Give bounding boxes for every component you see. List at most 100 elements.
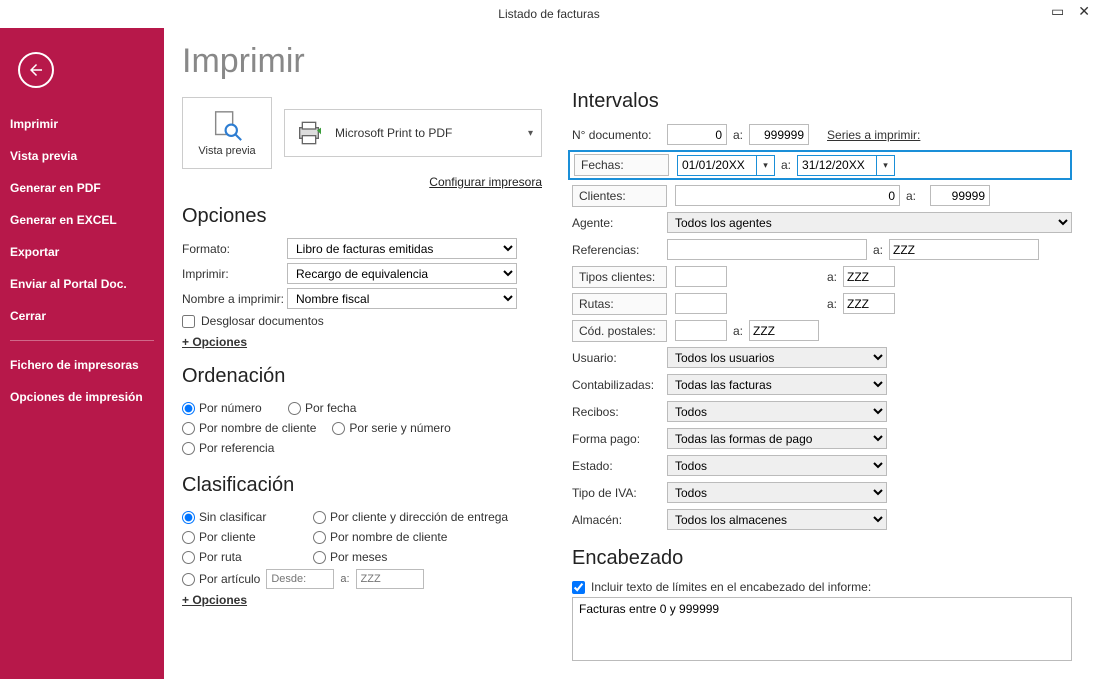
- articulo-desde-input[interactable]: [266, 569, 334, 589]
- nav-vista-previa[interactable]: Vista previa: [0, 140, 164, 172]
- class-por-ruta[interactable]: Por ruta: [182, 550, 297, 564]
- maximize-icon[interactable]: ▭: [1051, 4, 1064, 18]
- tipoiva-select[interactable]: Todos: [667, 482, 887, 503]
- tipoiva-label: Tipo de IVA:: [572, 486, 667, 500]
- order-por-nombre-cliente[interactable]: Por nombre de cliente: [182, 421, 316, 435]
- nombre-select[interactable]: Nombre fiscal: [287, 288, 517, 309]
- order-por-referencia[interactable]: Por referencia: [182, 441, 297, 455]
- nav-cerrar[interactable]: Cerrar: [0, 300, 164, 332]
- nav-generar-pdf[interactable]: Generar en PDF: [0, 172, 164, 204]
- order-por-numero[interactable]: Por número: [182, 401, 272, 415]
- imprimir-label: Imprimir:: [182, 267, 287, 281]
- ndoc-from-input[interactable]: [667, 124, 727, 145]
- almacen-select[interactable]: Todos los almacenes: [667, 509, 887, 530]
- window-title: Listado de facturas: [498, 7, 599, 21]
- desglosar-checkbox[interactable]: [182, 315, 195, 328]
- tipos-from-input[interactable]: [675, 266, 727, 287]
- ordenacion-heading: Ordenación: [182, 365, 542, 388]
- fecha-to-dropdown[interactable]: ▾: [877, 155, 895, 176]
- nav-enviar-portal[interactable]: Enviar al Portal Doc.: [0, 268, 164, 300]
- rutas-button[interactable]: Rutas:: [572, 293, 667, 315]
- series-imprimir-link[interactable]: Series a imprimir:: [827, 128, 920, 142]
- options-heading: Opciones: [182, 205, 542, 228]
- nav-generar-excel[interactable]: Generar en EXCEL: [0, 204, 164, 236]
- clientes-from-input[interactable]: [675, 185, 900, 206]
- contabilizadas-label: Contabilizadas:: [572, 378, 667, 392]
- fecha-a-label: a:: [781, 158, 791, 172]
- fecha-to-input[interactable]: [797, 155, 877, 176]
- ref-from-input[interactable]: [667, 239, 867, 260]
- ndoc-to-input[interactable]: [749, 124, 809, 145]
- agente-label: Agente:: [572, 216, 667, 230]
- nav-exportar[interactable]: Exportar: [0, 236, 164, 268]
- printer-name: Microsoft Print to PDF: [335, 126, 452, 140]
- close-icon[interactable]: ✕: [1078, 4, 1090, 18]
- rutas-from-input[interactable]: [675, 293, 727, 314]
- agente-select[interactable]: Todos los agentes: [667, 212, 1072, 233]
- tipos-a-label: a:: [827, 270, 837, 284]
- titlebar: Listado de facturas ▭ ✕: [0, 0, 1098, 28]
- clientes-a-label: a:: [906, 189, 916, 203]
- incluir-limites-checkbox[interactable]: [572, 581, 585, 594]
- formapago-label: Forma pago:: [572, 432, 667, 446]
- nav-imprimir[interactable]: Imprimir: [0, 108, 164, 140]
- articulo-hasta-input[interactable]: [356, 569, 424, 589]
- intervalos-heading: Intervalos: [572, 90, 1072, 113]
- clasificacion-heading: Clasificación: [182, 474, 542, 497]
- class-por-nombre-cliente[interactable]: Por nombre de cliente: [313, 530, 513, 544]
- class-cliente-direccion[interactable]: Por cliente y dirección de entrega: [313, 510, 513, 524]
- formato-select[interactable]: Libro de facturas emitidas: [287, 238, 517, 259]
- nav-opciones-impresion[interactable]: Opciones de impresión: [0, 381, 164, 413]
- class-sin-clasificar[interactable]: Sin clasificar: [182, 510, 297, 524]
- clientes-to-input[interactable]: [930, 185, 990, 206]
- codpostales-button[interactable]: Cód. postales:: [572, 320, 667, 342]
- encabezado-heading: Encabezado: [572, 547, 1072, 570]
- printer-icon: [293, 117, 325, 149]
- cod-from-input[interactable]: [675, 320, 727, 341]
- imprimir-select[interactable]: Recargo de equivalencia: [287, 263, 517, 284]
- formato-label: Formato:: [182, 242, 287, 256]
- clientes-button[interactable]: Clientes:: [572, 185, 667, 207]
- class-por-cliente[interactable]: Por cliente: [182, 530, 297, 544]
- sidebar: Imprimir Vista previa Generar en PDF Gen…: [0, 28, 164, 679]
- contabilizadas-select[interactable]: Todas las facturas: [667, 374, 887, 395]
- fecha-from-input[interactable]: [677, 155, 757, 176]
- tipos-to-input[interactable]: [843, 266, 895, 287]
- ref-to-input[interactable]: [889, 239, 1039, 260]
- printer-selector[interactable]: Microsoft Print to PDF ▾: [284, 109, 542, 157]
- fechas-button[interactable]: Fechas:: [574, 154, 669, 176]
- recibos-select[interactable]: Todos: [667, 401, 887, 422]
- estado-select[interactable]: Todos: [667, 455, 887, 476]
- back-button[interactable]: [18, 52, 54, 88]
- page-title: Imprimir: [182, 42, 542, 81]
- order-por-fecha[interactable]: Por fecha: [288, 401, 378, 415]
- rutas-a-label: a:: [827, 297, 837, 311]
- usuario-select[interactable]: Todos los usuarios: [667, 347, 887, 368]
- vista-previa-label: Vista previa: [198, 145, 255, 157]
- configurar-impresora-link[interactable]: Configurar impresora: [429, 175, 542, 189]
- tipos-clientes-button[interactable]: Tipos clientes:: [572, 266, 667, 288]
- formapago-select[interactable]: Todas las formas de pago: [667, 428, 887, 449]
- page-magnifier-icon: [210, 109, 244, 143]
- desglosar-label: Desglosar documentos: [201, 314, 324, 328]
- cod-to-input[interactable]: [749, 320, 819, 341]
- fecha-from-dropdown[interactable]: ▾: [757, 155, 775, 176]
- nav-fichero-impresoras[interactable]: Fichero de impresoras: [0, 349, 164, 381]
- vista-previa-button[interactable]: Vista previa: [182, 97, 272, 169]
- recibos-label: Recibos:: [572, 405, 667, 419]
- order-por-serie-numero[interactable]: Por serie y número: [332, 421, 450, 435]
- nombre-label: Nombre a imprimir:: [182, 292, 287, 306]
- usuario-label: Usuario:: [572, 351, 667, 365]
- clasificacion-more-link[interactable]: + Opciones: [182, 593, 247, 607]
- class-por-meses[interactable]: Por meses: [313, 550, 513, 564]
- ndoc-a-label: a:: [733, 128, 743, 142]
- articulo-a-label: a:: [340, 573, 349, 585]
- estado-label: Estado:: [572, 459, 667, 473]
- referencias-label: Referencias:: [572, 243, 667, 257]
- class-por-articulo[interactable]: Por artículo: [182, 572, 260, 586]
- cod-a-label: a:: [733, 324, 743, 338]
- rutas-to-input[interactable]: [843, 293, 895, 314]
- encabezado-textarea[interactable]: [572, 597, 1072, 661]
- fechas-row-highlight: Fechas: ▾ a: ▾: [568, 150, 1072, 180]
- opciones-more-link[interactable]: + Opciones: [182, 335, 247, 349]
